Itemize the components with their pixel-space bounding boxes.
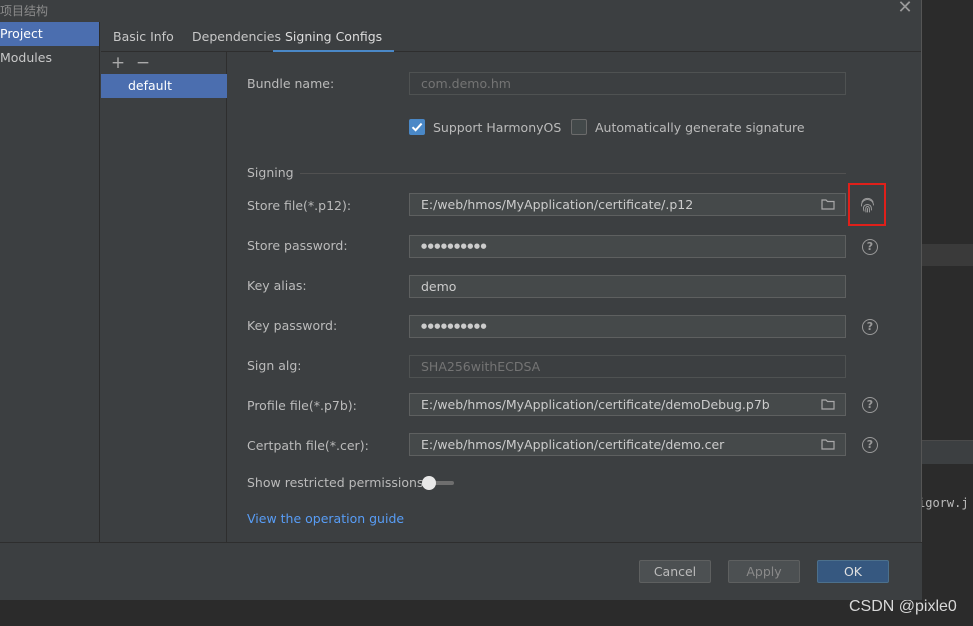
auto-signature-checkbox[interactable] (571, 119, 587, 135)
ide-highlight-line (922, 244, 973, 266)
close-icon[interactable]: ✕ (896, 0, 914, 18)
sign-alg-field: SHA256withECDSA (409, 355, 846, 378)
dialog-footer: Cancel Apply OK (0, 542, 922, 600)
section-divider (300, 173, 846, 174)
certpath-file-label: Certpath file(*.cer): (247, 438, 369, 453)
key-alias-field[interactable]: demo (409, 275, 846, 298)
key-password-field[interactable]: ●●●●●●●●●● (409, 315, 846, 338)
profile-file-label: Profile file(*.p7b): (247, 398, 357, 413)
tab-bar: Basic Info Dependencies Signing Configs (101, 22, 921, 52)
bundle-name-field: com.demo.hm (409, 72, 846, 95)
fingerprint-icon (860, 197, 874, 213)
folder-icon[interactable] (821, 398, 835, 410)
signing-config-list: + − default (101, 52, 227, 542)
show-restricted-label: Show restricted permissions (247, 475, 424, 490)
store-file-field[interactable]: E:/web/hmos/MyApplication/certificate/.p… (409, 193, 846, 216)
cancel-button[interactable]: Cancel (639, 560, 711, 583)
profile-file-field[interactable]: E:/web/hmos/MyApplication/certificate/de… (409, 393, 846, 416)
tab-basic-info[interactable]: Basic Info (113, 22, 174, 52)
show-restricted-toggle[interactable] (422, 476, 458, 490)
ide-background (922, 0, 973, 626)
support-harmonyos-label: Support HarmonyOS (433, 120, 562, 135)
help-icon[interactable]: ? (862, 437, 878, 453)
profile-file-value: E:/web/hmos/MyApplication/certificate/de… (421, 397, 770, 412)
left-navigation: Project Modules (0, 22, 100, 542)
store-file-value: E:/web/hmos/MyApplication/certificate/.p… (421, 197, 694, 212)
certpath-file-value: E:/web/hmos/MyApplication/certificate/de… (421, 437, 725, 452)
key-password-label: Key password: (247, 318, 338, 333)
help-icon[interactable]: ? (862, 319, 878, 335)
tab-signing-configs[interactable]: Signing Configs (273, 22, 395, 52)
signing-section-label: Signing (247, 165, 294, 180)
bundle-name-label: Bundle name: (247, 76, 335, 91)
support-harmonyos-checkbox[interactable] (409, 119, 425, 135)
config-item-default[interactable]: default (101, 74, 227, 98)
operation-guide-link[interactable]: View the operation guide (247, 511, 404, 526)
help-icon[interactable]: ? (862, 239, 878, 255)
fingerprint-sign-button[interactable] (848, 183, 886, 226)
apply-button[interactable]: Apply (728, 560, 800, 583)
certpath-file-field[interactable]: E:/web/hmos/MyApplication/certificate/de… (409, 433, 846, 456)
store-password-label: Store password: (247, 238, 348, 253)
dialog-title: 项目结构 (0, 4, 49, 18)
nav-item-project[interactable]: Project (0, 22, 99, 46)
folder-icon[interactable] (821, 438, 835, 450)
nav-item-modules[interactable]: Modules (0, 46, 99, 70)
checkmark-icon (411, 122, 423, 132)
sign-alg-label: Sign alg: (247, 358, 302, 373)
project-structure-dialog: 项目结构 ✕ Project Modules Basic Info Depend… (0, 0, 922, 600)
watermark: CSDN @pixle0 (849, 598, 957, 615)
tab-dependencies[interactable]: Dependencies (192, 22, 281, 52)
store-file-label: Store file(*.p12): (247, 198, 352, 213)
ide-panel-header (922, 440, 973, 464)
signing-form: Bundle name: com.demo.hm Support Harmony… (228, 52, 921, 542)
ok-button[interactable]: OK (817, 560, 889, 583)
add-config-button[interactable]: + (109, 52, 127, 74)
ide-bottom-area (0, 600, 922, 626)
auto-signature-label: Automatically generate signature (595, 120, 805, 135)
folder-icon[interactable] (821, 198, 835, 210)
help-icon[interactable]: ? (862, 397, 878, 413)
store-password-field[interactable]: ●●●●●●●●●● (409, 235, 846, 258)
key-alias-label: Key alias: (247, 278, 307, 293)
toggle-knob (422, 476, 436, 490)
ide-code-text: igorw.j (918, 496, 969, 510)
remove-config-button[interactable]: − (134, 52, 152, 74)
